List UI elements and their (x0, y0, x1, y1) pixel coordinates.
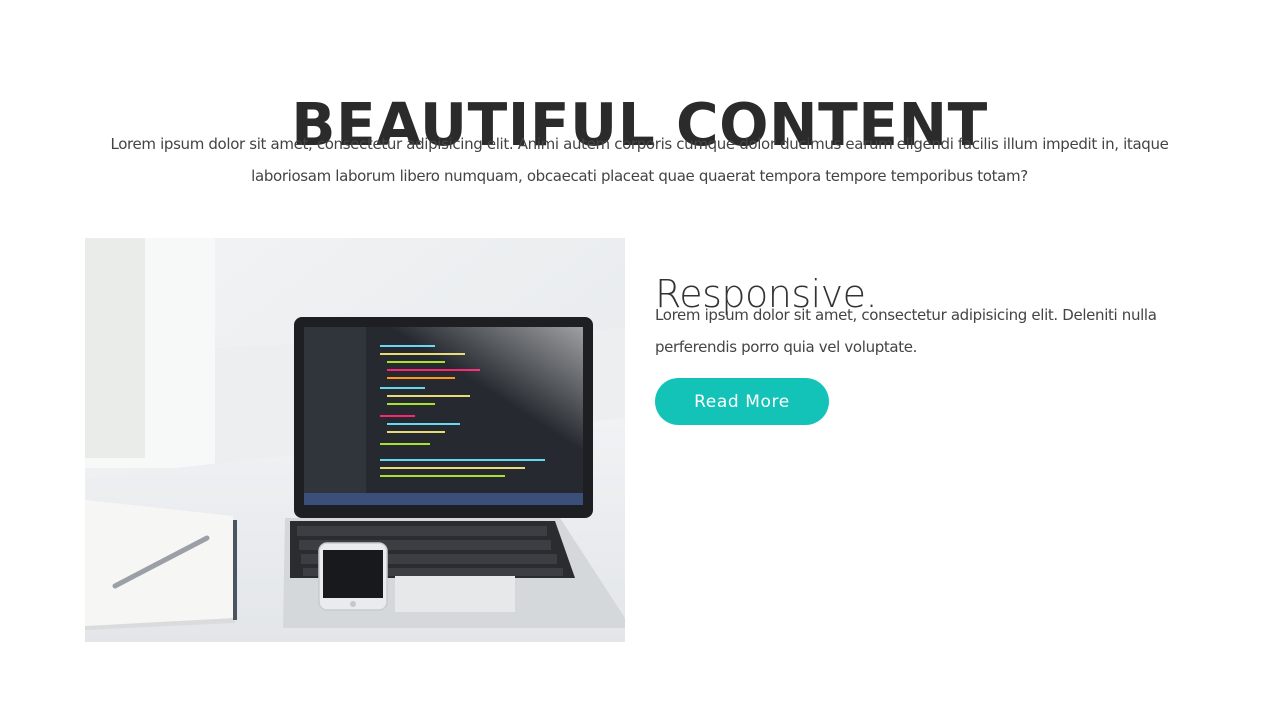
read-more-button[interactable]: Read More (655, 378, 829, 425)
feature-description: Lorem ipsum dolor sit amet, consectetur … (655, 299, 1195, 363)
laptop-photo (85, 238, 625, 642)
section-intro-line-2: laboriosam laborum libero numquam, obcae… (251, 167, 1028, 185)
feature-description-line-1: Lorem ipsum dolor sit amet, consectetur … (655, 306, 1157, 324)
section-intro: Lorem ipsum dolor sit amet, consectetur … (100, 128, 1179, 192)
laptop-illustration (85, 238, 625, 642)
section-intro-line-1: Lorem ipsum dolor sit amet, consectetur … (110, 135, 1169, 153)
feature-description-line-2: perferendis porro quia vel voluptate. (655, 338, 918, 356)
